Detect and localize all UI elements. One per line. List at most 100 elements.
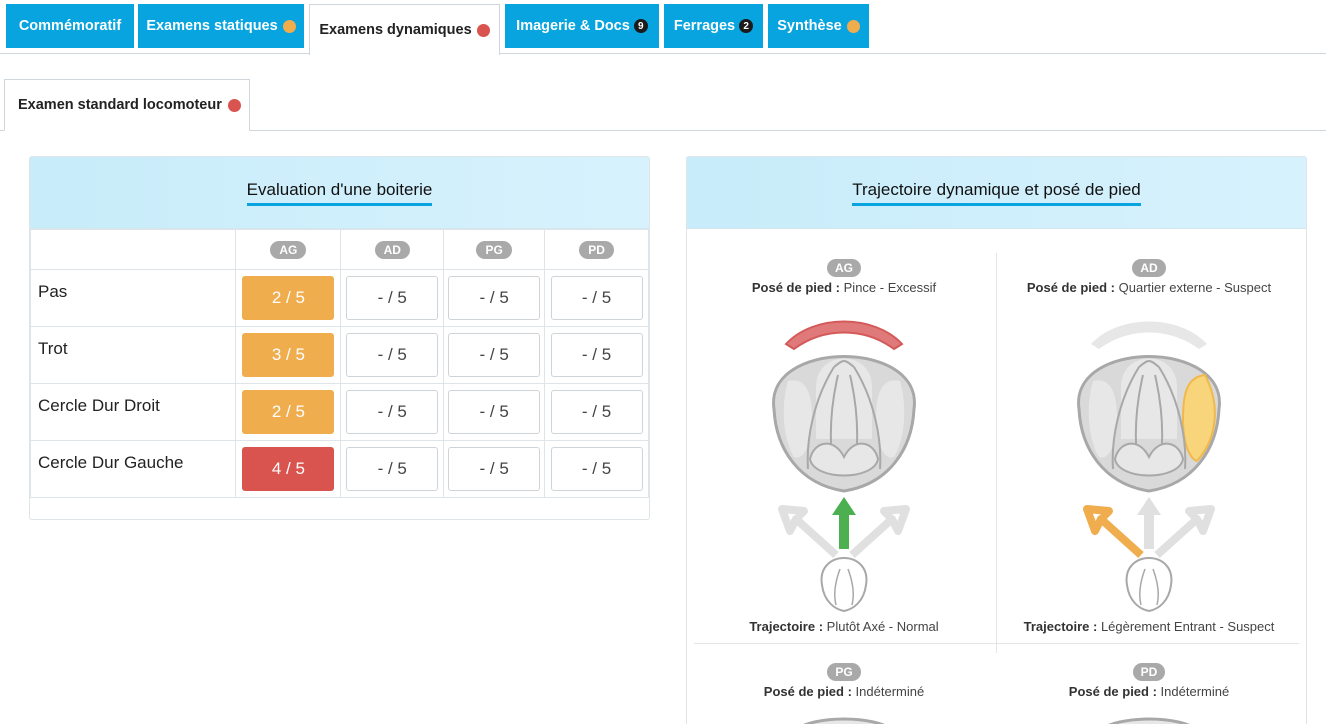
score-field[interactable]: 4 / 5 bbox=[242, 447, 335, 491]
score-cell: 4 / 5 bbox=[235, 440, 342, 498]
evaluation-panel-header: Evaluation d'une boiterie bbox=[30, 157, 649, 229]
trajectory-label: Trajectoire : bbox=[749, 619, 824, 634]
score-cell: - / 5 bbox=[340, 269, 445, 327]
table-row: Trot 3 / 5 - / 5 - / 5 - / 5 bbox=[29, 326, 649, 384]
score-field[interactable]: - / 5 bbox=[550, 390, 643, 434]
limb-badge: PD bbox=[1132, 663, 1166, 681]
limb-badge: AD bbox=[1132, 259, 1166, 277]
trajectory-line: Trajectoire : Plutôt Axé - Normal bbox=[692, 619, 996, 634]
hoof-diagram[interactable] bbox=[997, 309, 1301, 639]
score-cell: - / 5 bbox=[340, 383, 445, 441]
tab-label: Examens statiques bbox=[146, 18, 278, 34]
score-field[interactable]: 2 / 5 bbox=[242, 276, 335, 320]
score-field[interactable]: - / 5 bbox=[448, 276, 541, 320]
trajectory-arrow-straight-icon[interactable] bbox=[832, 497, 856, 549]
hoof-zone-sole bbox=[1121, 358, 1177, 439]
pose-label: Posé de pied : bbox=[763, 684, 852, 699]
column-header: AG bbox=[235, 229, 342, 270]
hoof-cell-ad: AD Posé de pied : Quartier externe - Sus… bbox=[997, 259, 1301, 643]
pose-value: Quartier externe - Suspect bbox=[1118, 280, 1272, 295]
hoof-diagram[interactable] bbox=[692, 711, 996, 724]
hoof-cell-pd: PD Posé de pied : Indéterminé bbox=[997, 663, 1301, 724]
tab-commemoratif[interactable]: Commémoratif bbox=[6, 4, 134, 48]
hoof-diagram[interactable] bbox=[997, 711, 1301, 724]
limb-badge: PG bbox=[476, 240, 512, 259]
panel-title: Evaluation d'une boiterie bbox=[246, 180, 433, 206]
score-field[interactable]: - / 5 bbox=[346, 447, 439, 491]
hoof-zone-pince[interactable] bbox=[784, 320, 904, 351]
score-cell: - / 5 bbox=[544, 440, 649, 498]
score-field[interactable]: - / 5 bbox=[550, 333, 643, 377]
main-tabs: Commémoratif Examens statiques Examens d… bbox=[0, 0, 1326, 55]
row-label: Cercle Dur Droit bbox=[29, 383, 237, 441]
tab-examens-dynamiques[interactable]: Examens dynamiques bbox=[309, 4, 500, 55]
sub-tabs: Examen standard locomoteur bbox=[0, 79, 1326, 131]
score-cell: - / 5 bbox=[443, 326, 546, 384]
score-cell: 2 / 5 bbox=[235, 269, 342, 327]
score-field[interactable]: 3 / 5 bbox=[242, 333, 335, 377]
trajectory-value: Légèrement Entrant - Suspect bbox=[1100, 619, 1275, 634]
limb-badge: AG bbox=[827, 259, 861, 277]
table-row: Cercle Dur Droit 2 / 5 - / 5 - / 5 - / 5 bbox=[29, 383, 649, 441]
cell-divider bbox=[694, 643, 1299, 644]
score-cell: 2 / 5 bbox=[235, 383, 342, 441]
tab-examens-statiques[interactable]: Examens statiques bbox=[138, 4, 304, 48]
row-label: Trot bbox=[29, 326, 237, 384]
score-field[interactable]: 2 / 5 bbox=[242, 390, 335, 434]
score-field[interactable]: - / 5 bbox=[448, 447, 541, 491]
score-field[interactable]: - / 5 bbox=[346, 390, 439, 434]
hoof-outline bbox=[1108, 717, 1190, 724]
score-cell: - / 5 bbox=[340, 440, 445, 498]
score-field[interactable]: - / 5 bbox=[448, 390, 541, 434]
score-cell: 3 / 5 bbox=[235, 326, 342, 384]
hoof-cell-pg: PG Posé de pied : Indéterminé bbox=[692, 663, 996, 724]
tab-ferrages[interactable]: Ferrages 2 bbox=[664, 4, 763, 48]
tab-label: Examens dynamiques bbox=[319, 22, 472, 38]
limb-badge: AG bbox=[270, 240, 307, 259]
table-row: Cercle Dur Gauche 4 / 5 - / 5 - / 5 - / … bbox=[29, 440, 649, 498]
column-header: AD bbox=[340, 229, 445, 270]
trajectory-arrow-left-icon[interactable] bbox=[1083, 505, 1144, 558]
pose-value: Indéterminé bbox=[855, 684, 925, 699]
pose-label: Posé de pied : bbox=[751, 280, 841, 295]
pose-line: Posé de pied : Indéterminé bbox=[997, 684, 1301, 699]
hoof-cell-ag: AG Posé de pied : Pince - Excessif Traje… bbox=[692, 259, 996, 643]
pose-label: Posé de pied : bbox=[1068, 684, 1157, 699]
hoof-outline bbox=[803, 717, 885, 724]
status-dot-icon bbox=[282, 19, 296, 33]
score-field[interactable]: - / 5 bbox=[346, 276, 439, 320]
tab-label: Synthèse bbox=[777, 18, 842, 34]
score-cell: - / 5 bbox=[443, 440, 546, 498]
lameness-table: AG AD PG PD Pas 2 / 5 - / 5 - / 5 - / 5 … bbox=[29, 229, 649, 498]
column-header: PG bbox=[443, 229, 546, 270]
tab-examen-standard-locomoteur[interactable]: Examen standard locomoteur bbox=[4, 79, 250, 131]
status-dot-icon bbox=[227, 98, 241, 112]
panel-title: Trajectoire dynamique et posé de pied bbox=[852, 180, 1141, 206]
score-cell: - / 5 bbox=[544, 383, 649, 441]
tab-label: Imagerie & Docs bbox=[516, 18, 630, 34]
score-cell: - / 5 bbox=[340, 326, 445, 384]
hoof-diagram[interactable] bbox=[692, 309, 996, 639]
trajectory-arrow-straight-icon[interactable] bbox=[1137, 497, 1161, 549]
row-label: Pas bbox=[29, 269, 237, 327]
evaluation-panel: Evaluation d'une boiterie AG AD PG PD Pa… bbox=[29, 156, 650, 520]
score-field[interactable]: - / 5 bbox=[448, 333, 541, 377]
score-field[interactable]: - / 5 bbox=[550, 276, 643, 320]
trajectory-arrow-left-icon[interactable] bbox=[778, 505, 839, 558]
count-badge: 2 bbox=[739, 19, 754, 33]
trajectory-arrow-right-icon[interactable] bbox=[1154, 505, 1215, 558]
score-cell: - / 5 bbox=[544, 269, 649, 327]
hoof-zone-pince[interactable] bbox=[1091, 321, 1207, 350]
pose-line: Posé de pied : Quartier externe - Suspec… bbox=[997, 280, 1301, 295]
small-hoof-icon bbox=[1125, 557, 1173, 613]
tab-synthese[interactable]: Synthèse bbox=[768, 4, 869, 48]
score-field[interactable]: - / 5 bbox=[550, 447, 643, 491]
pose-label: Posé de pied : bbox=[1026, 280, 1116, 295]
hoof-zone-sole bbox=[816, 358, 872, 439]
status-dot-icon bbox=[476, 23, 490, 37]
table-header-empty bbox=[29, 229, 237, 270]
trajectory-arrow-right-icon[interactable] bbox=[849, 505, 910, 558]
score-field[interactable]: - / 5 bbox=[346, 333, 439, 377]
table-row: Pas 2 / 5 - / 5 - / 5 - / 5 bbox=[29, 269, 649, 327]
tab-imagerie-docs[interactable]: Imagerie & Docs 9 bbox=[505, 4, 659, 48]
